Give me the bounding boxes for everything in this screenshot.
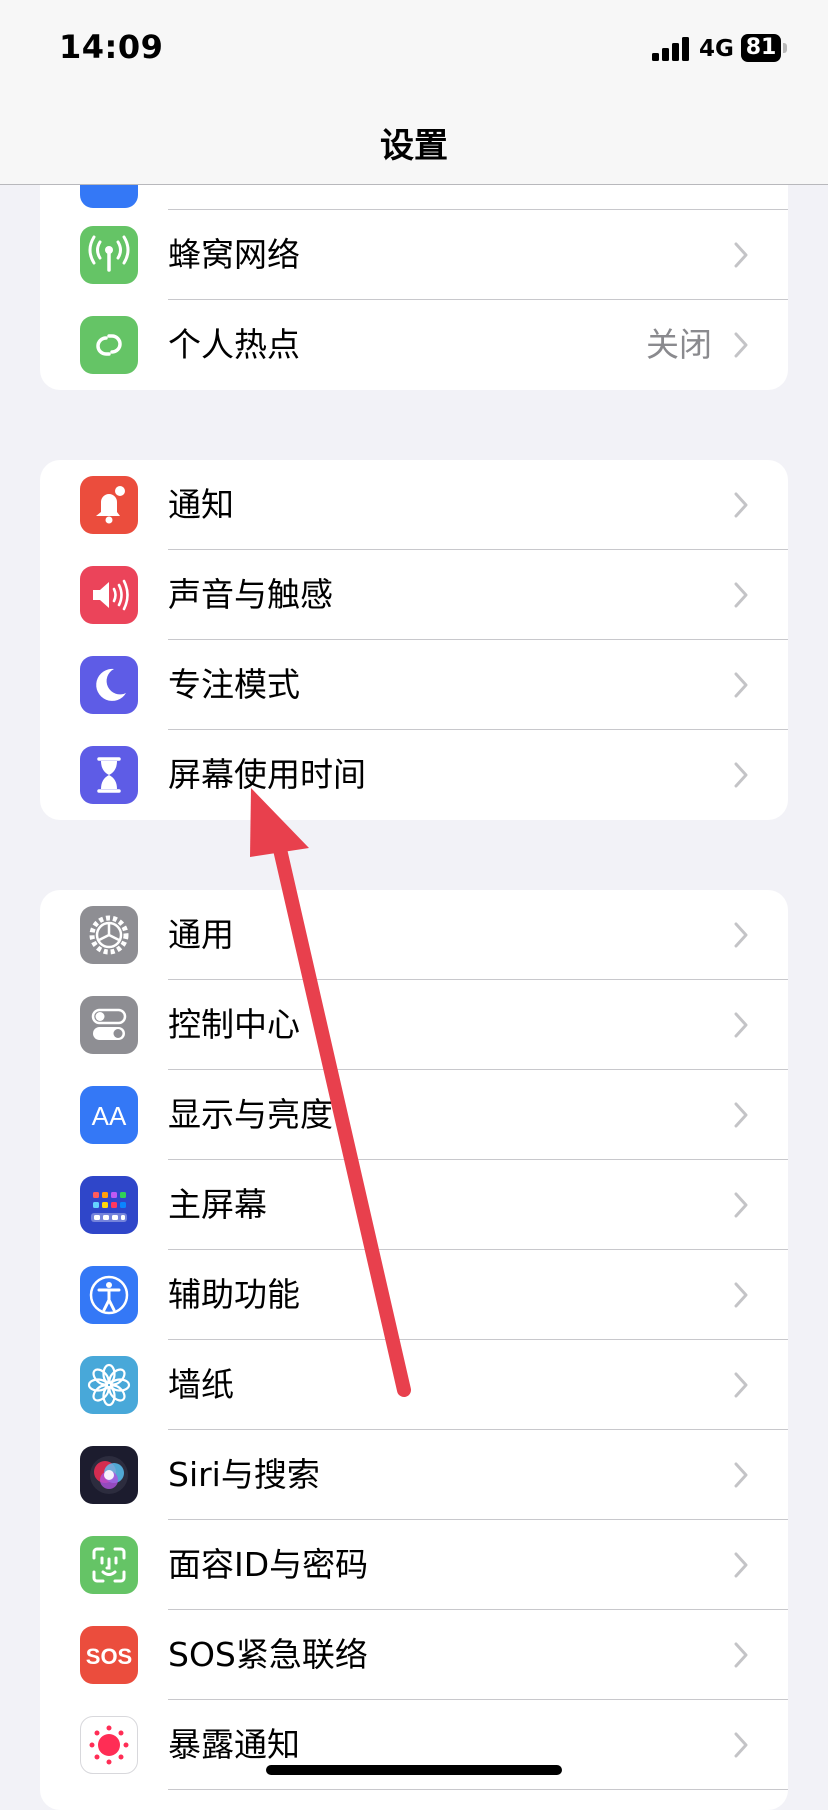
- settings-row-label: 墙纸: [168, 1365, 234, 1404]
- chevron-right-icon: [734, 242, 748, 268]
- group-2-rows: 通用 控制中心 AA 显示与亮度 主屏幕 辅助功能 墙纸 Siri与搜索 面容ID与密码 SOS S…: [40, 890, 788, 1790]
- settings-row-value: 关闭: [646, 325, 712, 364]
- gear-icon: [80, 906, 138, 964]
- settings-row-label: 蜂窝网络: [168, 235, 300, 274]
- hourglass-icon: [80, 746, 138, 804]
- battery-level: 81: [745, 35, 777, 60]
- text-size-aa-icon: AA: [80, 1086, 138, 1144]
- home-indicator: [266, 1765, 562, 1775]
- settings-row[interactable]: 屏幕使用时间: [40, 730, 788, 820]
- group-1-rows: 通知声音与触感专注模式屏幕使用时间: [40, 460, 788, 820]
- chevron-right-icon: [734, 922, 748, 948]
- settings-row[interactable]: 主屏幕: [40, 1160, 788, 1250]
- chevron-right-icon: [734, 1732, 748, 1758]
- settings-row[interactable]: Siri与搜索: [40, 1430, 788, 1520]
- settings-row-label: 显示与亮度: [168, 1095, 333, 1134]
- settings-row[interactable]: 通知: [40, 460, 788, 550]
- settings-group-general: 通用 控制中心 AA 显示与亮度 主屏幕 辅助功能 墙纸 Siri与搜索 面容ID与密码 SOS S…: [40, 890, 788, 1810]
- chevron-right-icon: [734, 1462, 748, 1488]
- settings-row-label: 声音与触感: [168, 575, 333, 614]
- settings-row[interactable]: 个人热点 关闭: [40, 300, 788, 390]
- settings-row[interactable]: 暴露通知: [40, 1700, 788, 1790]
- chevron-right-icon: [734, 1372, 748, 1398]
- personal-hotspot-icon: [80, 316, 138, 374]
- page-title: 设置: [380, 126, 448, 166]
- network-type: 4G: [699, 36, 734, 62]
- chevron-right-icon: [734, 762, 748, 788]
- chevron-right-icon: [734, 1282, 748, 1308]
- navigation-bar: 设置: [0, 100, 828, 185]
- settings-row[interactable]: 蜂窝网络: [40, 210, 788, 300]
- settings-row[interactable]: 辅助功能: [40, 1250, 788, 1340]
- chevron-right-icon: [734, 332, 748, 358]
- settings-row[interactable]: SOS SOS紧急联络: [40, 1610, 788, 1700]
- settings-row-label: 专注模式: [168, 665, 300, 704]
- chevron-right-icon: [734, 672, 748, 698]
- settings-row[interactable]: 声音与触感: [40, 550, 788, 640]
- row-separator: [168, 1789, 788, 1790]
- speaker-icon: [80, 566, 138, 624]
- settings-row-label: 个人热点: [168, 325, 300, 364]
- chevron-right-icon: [734, 492, 748, 518]
- toggles-icon: [80, 996, 138, 1054]
- settings-row[interactable]: 控制中心: [40, 980, 788, 1070]
- settings-row[interactable]: 通用: [40, 890, 788, 980]
- settings-row[interactable]: 墙纸: [40, 1340, 788, 1430]
- settings-row-label: 控制中心: [168, 1005, 300, 1044]
- chevron-right-icon: [734, 582, 748, 608]
- battery-icon: 81: [741, 34, 781, 62]
- cellular-antenna-icon: [80, 226, 138, 284]
- settings-row[interactable]: 面容ID与密码: [40, 1520, 788, 1610]
- settings-row-label: SOS紧急联络: [168, 1635, 368, 1674]
- sos-icon-text: SOS: [86, 1644, 132, 1669]
- settings-row-label: 通知: [168, 485, 234, 524]
- siri-orb-icon: [80, 1446, 138, 1504]
- notification-bell-icon: [80, 476, 138, 534]
- chevron-right-icon: [734, 1552, 748, 1578]
- chevron-right-icon: [734, 1642, 748, 1668]
- settings-row-label: Siri与搜索: [168, 1455, 320, 1494]
- settings-row-label: 辅助功能: [168, 1275, 300, 1314]
- settings-row[interactable]: 专注模式: [40, 640, 788, 730]
- home-screen-grid-icon: [80, 1176, 138, 1234]
- group-0-rows: 蜂窝网络个人热点 关闭: [40, 210, 788, 390]
- settings-row-label: 面容ID与密码: [168, 1545, 369, 1584]
- moon-icon: [80, 656, 138, 714]
- status-bar: 14:09 4G 81: [0, 0, 828, 100]
- chevron-right-icon: [734, 1012, 748, 1038]
- settings-row-label: 屏幕使用时间: [168, 755, 366, 794]
- settings-row-label: 通用: [168, 915, 234, 954]
- signal-strength-icon: [652, 37, 692, 61]
- status-time: 14:09: [59, 28, 164, 66]
- settings-row[interactable]: AA 显示与亮度: [40, 1070, 788, 1160]
- face-id-icon: [80, 1536, 138, 1594]
- svg-text:AA: AA: [92, 1101, 127, 1131]
- flower-wallpaper-icon: [80, 1356, 138, 1414]
- settings-group-notifications: 通知声音与触感专注模式屏幕使用时间: [40, 460, 788, 820]
- exposure-dots-icon: [80, 1716, 138, 1774]
- battery-tip: [783, 43, 787, 53]
- chevron-right-icon: [734, 1192, 748, 1218]
- accessibility-person-icon: [80, 1266, 138, 1324]
- settings-row-label: 暴露通知: [168, 1725, 300, 1764]
- chevron-right-icon: [734, 1102, 748, 1128]
- sos-text-icon: SOS: [80, 1626, 138, 1684]
- settings-row-label: 主屏幕: [168, 1185, 267, 1224]
